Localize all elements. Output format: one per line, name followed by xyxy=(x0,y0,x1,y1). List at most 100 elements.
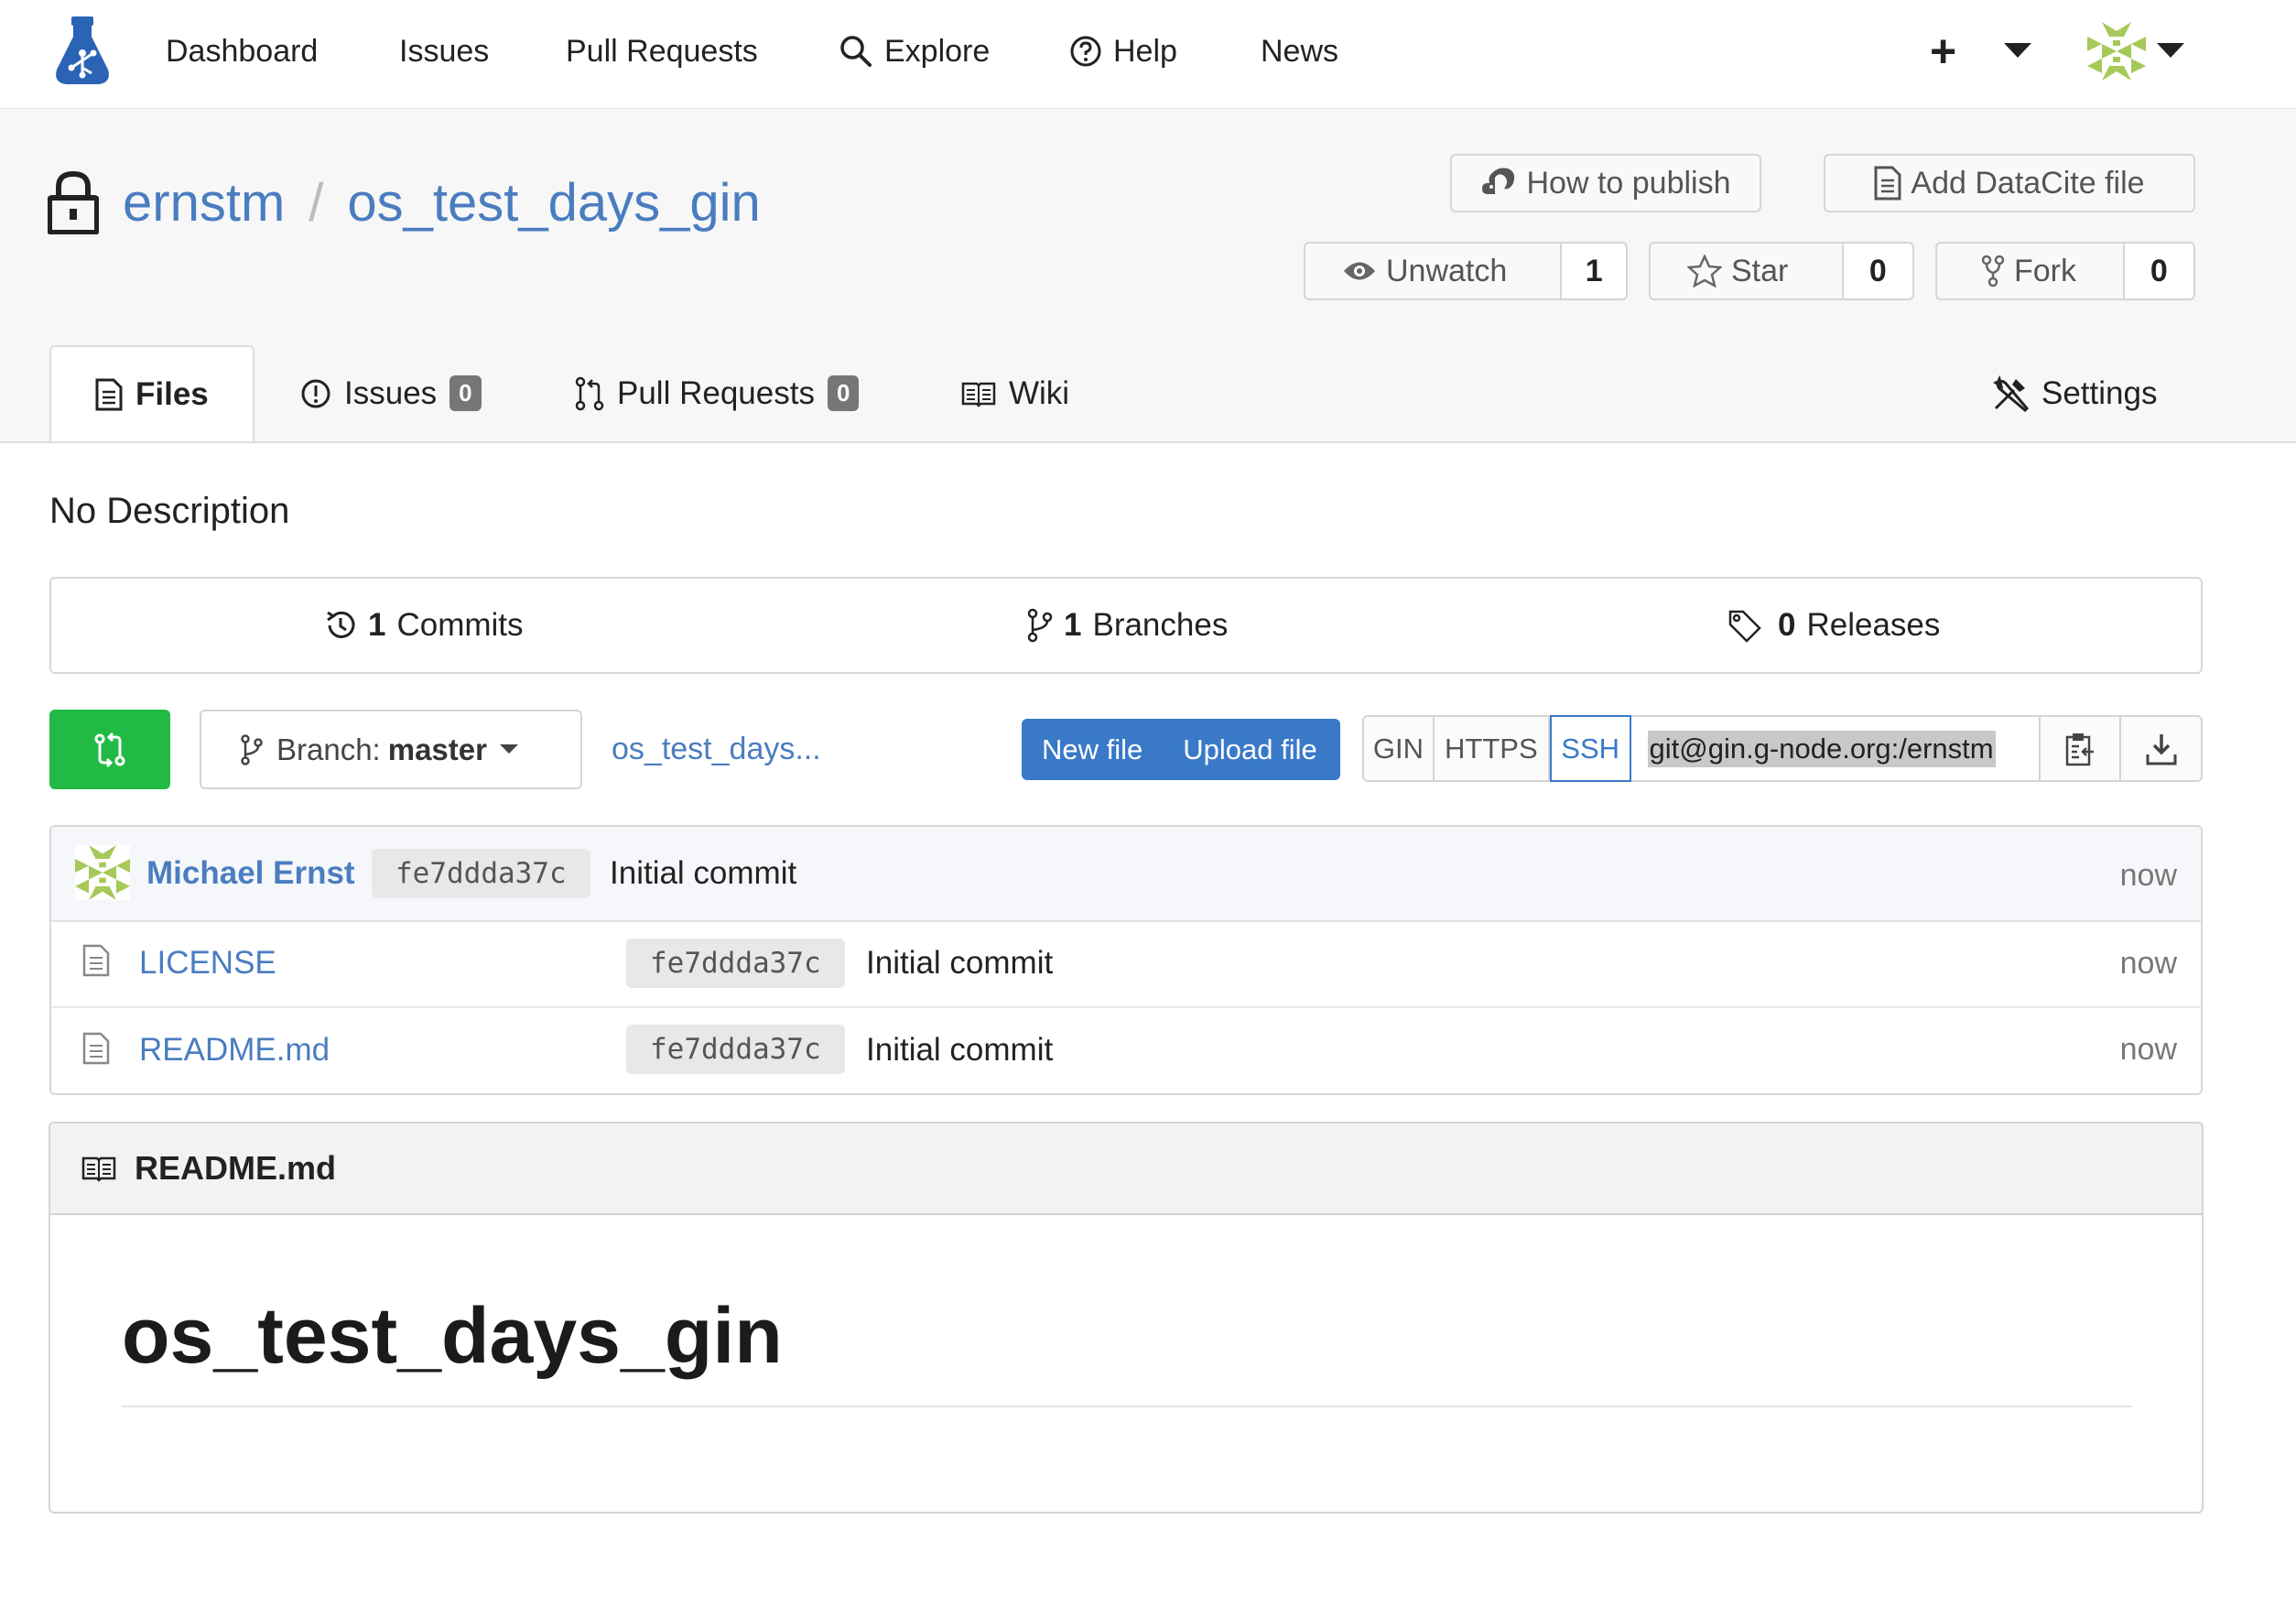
tab-issues-label: Issues xyxy=(344,374,438,411)
nav-pull-requests-label: Pull Requests xyxy=(566,33,758,69)
upload-file-button[interactable]: Upload file xyxy=(1163,733,1337,766)
file-commit-time: now xyxy=(2119,946,2177,981)
file-name-link[interactable]: README.md xyxy=(139,1032,330,1069)
squirrel-icon xyxy=(1480,167,1517,200)
file-list: Michael Ernst fe7ddda37c Initial commit … xyxy=(49,825,2203,1095)
git-branch-icon xyxy=(1027,608,1053,643)
add-datacite-label: Add DataCite file xyxy=(1911,165,2145,201)
tab-files-label: Files xyxy=(135,375,209,412)
top-navbar: Dashboard Issues Pull Requests Explore H… xyxy=(0,0,2296,110)
question-circle-icon xyxy=(1069,35,1102,68)
git-pull-request-icon xyxy=(575,376,604,411)
nav-dashboard-label: Dashboard xyxy=(166,33,319,69)
add-datacite-button[interactable]: Add DataCite file xyxy=(1824,154,2195,212)
stars-count[interactable]: 0 xyxy=(1841,244,1912,298)
file-name-link[interactable]: LICENSE xyxy=(139,945,276,982)
readme-header: README.md xyxy=(50,1123,2202,1215)
branch-prefix-label: Branch: xyxy=(276,732,381,766)
how-to-publish-button[interactable]: How to publish xyxy=(1450,154,1761,212)
forks-count[interactable]: 0 xyxy=(2122,244,2193,298)
star-button[interactable]: Star 0 xyxy=(1649,242,1914,300)
clone-protocol-ssh[interactable]: SSH xyxy=(1549,715,1631,782)
tab-settings-label: Settings xyxy=(2041,374,2158,411)
branches-count: 1 xyxy=(1064,607,1082,643)
tab-settings[interactable]: Settings xyxy=(1992,345,2157,441)
nav-explore[interactable]: Explore xyxy=(839,0,990,103)
fork-icon xyxy=(1981,255,2005,288)
compare-sync-button[interactable] xyxy=(49,710,170,789)
commit-sha-label[interactable]: fe7ddda37c xyxy=(372,849,590,898)
avatar[interactable] xyxy=(75,845,130,900)
tab-wiki-label: Wiki xyxy=(1009,374,1070,411)
issue-opened-icon xyxy=(300,378,331,409)
search-icon xyxy=(839,34,873,69)
plus-icon: + xyxy=(1930,26,1957,77)
clone-url-bar: GIN HTTPS SSH git@gin.g-node.org:/ernstm xyxy=(1362,715,2203,782)
file-commit-sha[interactable]: fe7ddda37c xyxy=(626,939,845,988)
tab-wiki[interactable]: Wiki xyxy=(961,345,1069,441)
branches-label: Branches xyxy=(1092,607,1229,643)
lock-icon xyxy=(48,170,99,234)
commit-author-link[interactable]: Michael Ernst xyxy=(146,855,355,892)
clone-url-text: git@gin.g-node.org:/ernstm xyxy=(1647,730,1996,767)
nav-help[interactable]: Help xyxy=(1069,0,1177,103)
tab-files[interactable]: Files xyxy=(49,345,255,441)
commits-label: Commits xyxy=(396,607,524,643)
eye-icon xyxy=(1342,259,1377,283)
clone-protocol-https[interactable]: HTTPS xyxy=(1435,717,1550,780)
readme-panel: README.md os_test_days_gin xyxy=(49,1122,2204,1514)
file-commit-sha[interactable]: fe7ddda37c xyxy=(626,1025,845,1074)
fork-button[interactable]: Fork 0 xyxy=(1935,242,2195,300)
releases-label: Releases xyxy=(1806,607,1941,643)
book-icon xyxy=(961,380,996,407)
gin-logo-icon[interactable] xyxy=(51,16,114,86)
file-commit-message[interactable]: Initial commit xyxy=(866,1032,1053,1069)
unwatch-label: Unwatch xyxy=(1386,253,1508,288)
new-file-button[interactable]: New file xyxy=(1022,733,1163,766)
commit-message[interactable]: Initial commit xyxy=(610,855,796,892)
clone-protocol-gin[interactable]: GIN xyxy=(1364,717,1435,780)
branch-dropdown[interactable]: Branch: master xyxy=(200,710,582,789)
nav-issues[interactable]: Issues xyxy=(399,0,489,103)
nav-pull-requests[interactable]: Pull Requests xyxy=(566,0,758,103)
repo-description: No Description xyxy=(49,491,290,531)
nav-explore-label: Explore xyxy=(884,33,991,69)
branches-stat[interactable]: 1 Branches xyxy=(1027,579,1228,672)
commits-stat[interactable]: 1 Commits xyxy=(324,579,524,672)
user-menu[interactable] xyxy=(2087,0,2184,103)
file-commit-message[interactable]: Initial commit xyxy=(866,945,1053,982)
tab-pull-requests-label: Pull Requests xyxy=(617,374,815,411)
copy-clone-url-button[interactable] xyxy=(2041,717,2122,780)
repo-path-separator: / xyxy=(309,172,324,233)
commits-count: 1 xyxy=(368,607,386,643)
how-to-publish-label: How to publish xyxy=(1526,165,1731,201)
pull-requests-count-badge: 0 xyxy=(827,375,860,411)
file-icon xyxy=(82,1032,110,1065)
nav-dashboard[interactable]: Dashboard xyxy=(166,0,318,103)
releases-stat[interactable]: 0 Releases xyxy=(1727,579,1940,672)
caret-down-icon xyxy=(2157,43,2184,60)
clipboard-icon xyxy=(2064,732,2096,766)
nav-help-label: Help xyxy=(1113,33,1177,69)
repo-title: ernstm / os_test_days_gin xyxy=(48,157,761,248)
star-label: Star xyxy=(1731,253,1789,288)
tab-issues[interactable]: Issues 0 xyxy=(300,345,482,441)
file-text-icon xyxy=(1874,166,1901,201)
repo-path-breadcrumb[interactable]: os_test_days... xyxy=(612,710,821,789)
repo-stats-bar: 1 Commits 1 Branches 0 Releases xyxy=(49,577,2203,674)
create-new-menu[interactable]: + xyxy=(1930,0,2032,103)
clone-url-input[interactable]: git@gin.g-node.org:/ernstm xyxy=(1630,717,2041,780)
watchers-count[interactable]: 1 xyxy=(1560,244,1626,298)
star-icon xyxy=(1687,255,1722,288)
nav-news[interactable]: News xyxy=(1261,0,1338,103)
tools-icon xyxy=(1992,374,2029,412)
tab-pull-requests[interactable]: Pull Requests 0 xyxy=(575,345,860,441)
download-archive-button[interactable] xyxy=(2121,717,2201,780)
caret-down-icon xyxy=(2004,43,2032,60)
repo-name-link[interactable]: os_test_days_gin xyxy=(347,172,760,233)
repo-owner-link[interactable]: ernstm xyxy=(123,172,285,233)
releases-count: 0 xyxy=(1778,607,1796,643)
file-icon xyxy=(82,944,110,977)
download-icon xyxy=(2146,733,2177,765)
unwatch-button[interactable]: Unwatch 1 xyxy=(1304,242,1628,300)
